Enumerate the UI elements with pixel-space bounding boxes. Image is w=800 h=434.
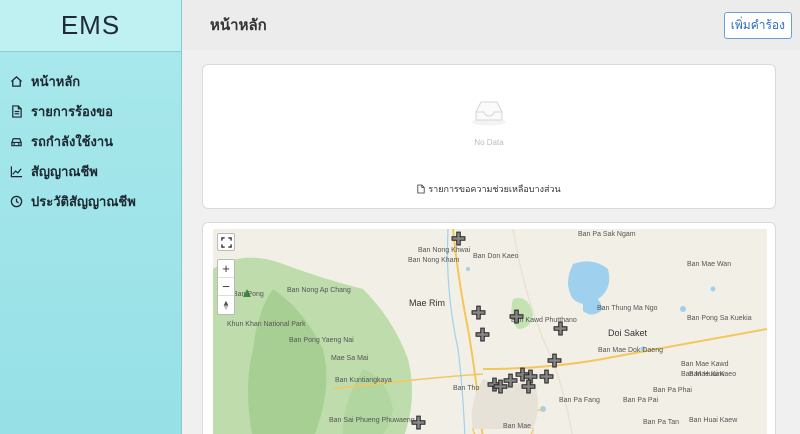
map-label: Ban Pong Sa Kuekia bbox=[687, 315, 752, 322]
sidebar-item-vital-signs[interactable]: สัญญาณชีพ bbox=[0, 156, 181, 186]
history-icon bbox=[9, 194, 23, 208]
medical-cross-marker-icon[interactable] bbox=[411, 415, 426, 430]
sidebar-item-vital-history[interactable]: ประวัติสัญญาณชีพ bbox=[0, 186, 181, 216]
zoom-in-button[interactable]: + bbox=[218, 260, 234, 278]
map-label: Ban Pa Pai bbox=[623, 397, 659, 404]
compass-icon bbox=[223, 300, 229, 310]
map-card: Ban Pa Sak Ngam Ban Nong Khwai Ban Nong Kh… bbox=[202, 222, 776, 434]
map-label: Doi Saket bbox=[608, 328, 648, 338]
compass-button[interactable] bbox=[218, 296, 234, 314]
medical-cross-marker-icon[interactable] bbox=[547, 353, 562, 368]
page-header: หน้าหลัก เพิ่มคำร้อง bbox=[182, 0, 800, 50]
brand-logo: EMS bbox=[0, 0, 181, 52]
line-chart-icon bbox=[9, 164, 23, 178]
map-label: Ban Pong bbox=[233, 291, 264, 298]
medical-cross-marker-icon[interactable] bbox=[553, 321, 568, 336]
map-label: Mae Sa Mai bbox=[331, 355, 369, 362]
empty-text: No Data bbox=[474, 138, 504, 147]
sidebar-item-label: รายการร้องขอ bbox=[31, 103, 113, 119]
sidebar: EMS หน้าหลัก รายการร้องขอ รถกำลังใช้งาน … bbox=[0, 0, 182, 434]
add-request-button[interactable]: เพิ่มคำร้อง bbox=[723, 11, 792, 39]
medical-cross-marker-icon[interactable] bbox=[471, 305, 486, 320]
medical-cross-marker-icon[interactable] bbox=[539, 369, 554, 384]
medical-cross-marker-icon[interactable] bbox=[475, 327, 490, 342]
zoom-out-button[interactable]: − bbox=[218, 278, 234, 296]
map-label: Ban Kuntiangkaya bbox=[335, 377, 392, 384]
requests-card: No Data รายการขอความช่วยเหลือบางส่วน bbox=[202, 64, 776, 209]
sidebar-item-label: รถกำลังใช้งาน bbox=[31, 133, 114, 149]
map-label: Ban Mae Dok Daeng bbox=[598, 347, 663, 354]
map-label: Ban Thung Ma Ngo bbox=[597, 305, 658, 312]
sidebar-nav: หน้าหลัก รายการร้องขอ รถกำลังใช้งาน สัญญ… bbox=[0, 52, 181, 216]
map-label: Ban Tho bbox=[453, 385, 480, 392]
medical-cross-marker-icon[interactable] bbox=[493, 379, 508, 394]
document-icon bbox=[9, 104, 23, 118]
map-label: Ban Huai Kaew bbox=[689, 417, 738, 424]
map-label: Ban Pa Fang bbox=[559, 397, 600, 404]
medical-cross-marker-icon[interactable] bbox=[509, 309, 524, 324]
map-label: Ban Pong Yaeng Nai bbox=[289, 337, 354, 344]
map-label: Ban Nong Ap Chang bbox=[287, 287, 351, 294]
map-label: Ban Mae Kawd bbox=[681, 361, 729, 368]
map-label: Ban Don Kaeo bbox=[473, 253, 519, 260]
map-view[interactable]: Ban Pa Sak Ngam Ban Nong Khwai Ban Nong Kh… bbox=[213, 229, 767, 434]
map-label: Ban Sai Phueng Phuwaeng bbox=[329, 417, 415, 424]
map-label: Khun Khan National Park bbox=[227, 321, 306, 328]
sidebar-item-label: ประวัติสัญญาณชีพ bbox=[31, 193, 136, 209]
sidebar-item-requests[interactable]: รายการร้องขอ bbox=[0, 96, 181, 126]
page-title: หน้าหลัก bbox=[210, 17, 267, 34]
sidebar-item-active-vehicles[interactable]: รถกำลังใช้งาน bbox=[0, 126, 181, 156]
fullscreen-icon bbox=[220, 236, 232, 248]
map-label: Mae Rim bbox=[409, 298, 446, 308]
map-label: Ban Mae bbox=[503, 423, 532, 430]
home-icon bbox=[9, 74, 23, 88]
map-label: Ban Nong Khwai bbox=[418, 247, 471, 254]
map-label: Ban Pa Sak Ngam bbox=[578, 231, 636, 238]
document-icon bbox=[417, 184, 425, 196]
zoom-controls: + − bbox=[217, 259, 235, 315]
empty-state: No Data bbox=[203, 93, 775, 147]
sidebar-item-label: สัญญาณชีพ bbox=[31, 163, 98, 179]
car-icon bbox=[9, 134, 23, 148]
empty-inbox-icon bbox=[472, 101, 506, 126]
fullscreen-button[interactable] bbox=[217, 233, 235, 251]
help-requests-link[interactable]: รายการขอความช่วยเหลือบางส่วน bbox=[203, 182, 775, 196]
map-label: Ban Nong Kham bbox=[408, 257, 460, 264]
map-label: Ban Mae Wan bbox=[687, 261, 732, 268]
map-label: Ban Mae Kaw bbox=[681, 371, 725, 378]
sidebar-item-home[interactable]: หน้าหลัก bbox=[0, 66, 181, 96]
sidebar-item-label: หน้าหลัก bbox=[31, 73, 81, 89]
help-link-label: รายการขอความช่วยเหลือบางส่วน bbox=[428, 184, 561, 194]
map-label: Ban Pa Phai bbox=[653, 387, 692, 394]
medical-cross-marker-icon[interactable] bbox=[451, 231, 466, 246]
medical-cross-marker-icon[interactable] bbox=[521, 379, 536, 394]
map-label: Ban Pa Tan bbox=[643, 419, 680, 426]
